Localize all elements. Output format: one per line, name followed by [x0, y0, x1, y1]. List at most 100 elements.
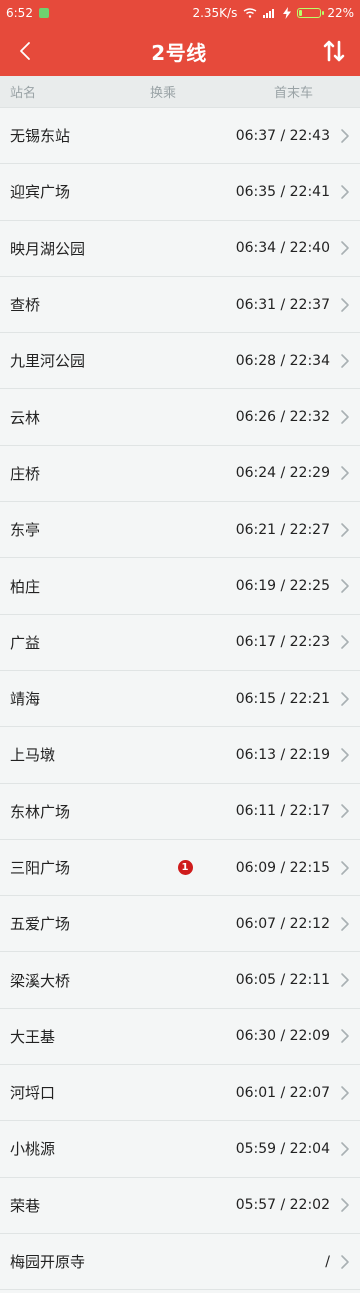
- station-row[interactable]: 无锡东站 06:37 / 22:43: [0, 108, 360, 165]
- station-times: 06:37 / 22:43: [235, 127, 330, 144]
- station-name: 无锡东站: [10, 127, 71, 146]
- column-header: 站名 换乘 首末车: [0, 76, 360, 108]
- station-times: 06:21 / 22:27: [235, 521, 330, 538]
- station-name: 靖海: [10, 690, 41, 709]
- signal-icon: [263, 9, 275, 18]
- chevron-right-icon: [341, 522, 349, 537]
- station-row[interactable]: 梁溪大桥 06:05 / 22:11: [0, 952, 360, 1009]
- station-row[interactable]: 东林广场 06:11 / 22:17: [0, 783, 360, 840]
- station-name: 荣巷: [10, 1196, 41, 1215]
- station-row[interactable]: 柏庄 06:19 / 22:25: [0, 558, 360, 615]
- station-row[interactable]: 大王基 06:30 / 22:09: [0, 1008, 360, 1066]
- chevron-right-icon: [341, 635, 349, 650]
- station-times: 06:01 / 22:07: [235, 1084, 330, 1101]
- chevron-right-icon: [341, 466, 349, 481]
- chevron-right-icon: [341, 1142, 349, 1156]
- station-name: 小桃源: [10, 1140, 56, 1159]
- chevron-right-icon: [341, 691, 349, 706]
- battery-level: [299, 10, 303, 16]
- station-row[interactable]: 上马墩 06:13 / 22:19: [0, 727, 360, 784]
- station-row[interactable]: 三阳广场 1 06:09 / 22:15: [0, 839, 360, 897]
- chevron-right-icon: [341, 579, 349, 593]
- station-times: 06:07 / 22:12: [235, 915, 330, 932]
- transfer-line-badge: 1: [177, 860, 193, 875]
- station-times: 06:05 / 22:11: [235, 972, 330, 989]
- wifi-icon: [243, 8, 257, 18]
- station-row[interactable]: 迎宾广场 06:35 / 22:41: [0, 164, 360, 221]
- station-times: 06:13 / 22:19: [235, 746, 330, 763]
- station-row[interactable]: 庄桥 06:24 / 22:29: [0, 445, 360, 503]
- station-name: 大王基: [10, 1027, 56, 1046]
- chevron-right-icon: [341, 1029, 349, 1044]
- column-header-name: 站名: [10, 86, 37, 101]
- station-row[interactable]: 云林 06:26 / 22:32: [0, 389, 360, 446]
- station-row[interactable]: 查桥 06:31 / 22:37: [0, 276, 360, 334]
- station-name: 映月湖公园: [10, 239, 86, 258]
- station-name: 查桥: [10, 296, 41, 315]
- station-times: 06:11 / 22:17: [235, 803, 330, 820]
- station-row[interactable]: 广益 06:17 / 22:23: [0, 614, 360, 671]
- chevron-right-icon: [341, 128, 349, 143]
- station-row[interactable]: 梅园开原寺 /: [0, 1233, 360, 1291]
- station-name: 上马墩: [10, 746, 56, 765]
- station-times: 06:26 / 22:32: [235, 409, 330, 426]
- chevron-right-icon: [341, 1198, 349, 1213]
- column-header-transfer: 换乘: [150, 86, 177, 101]
- chevron-right-icon: [341, 916, 349, 931]
- station-times: 06:31 / 22:37: [235, 296, 330, 313]
- notification-icon: [38, 8, 49, 18]
- swap-direction-icon[interactable]: [322, 39, 346, 63]
- page-title: 2号线: [151, 40, 207, 65]
- station-row[interactable]: 东亭 06:21 / 22:27: [0, 502, 360, 559]
- station-times: 05:57 / 22:02: [235, 1197, 330, 1214]
- station-name: 云林: [10, 408, 41, 427]
- station-list: 无锡东站 06:37 / 22:43 迎宾广场 06:35 / 22:41 映月湖公园 0…: [0, 108, 360, 1291]
- station-name: 广益: [10, 633, 41, 652]
- station-row[interactable]: 河埒口 06:01 / 22:07: [0, 1065, 360, 1122]
- station-name: 河埒口: [10, 1084, 56, 1103]
- station-times: 05:59 / 22:04: [235, 1140, 330, 1157]
- chevron-right-icon: [341, 748, 349, 762]
- chevron-right-icon: [341, 804, 349, 819]
- station-name: 三阳广场: [10, 859, 71, 877]
- station-times: 06:19 / 22:25: [235, 578, 330, 595]
- network-speed: 2.35K/s: [192, 6, 238, 20]
- station-times: 06:30 / 22:09: [235, 1028, 330, 1045]
- station-transfer: 1: [150, 860, 220, 875]
- chevron-right-icon: [341, 297, 349, 312]
- status-bar-left: 6:52: [6, 6, 49, 20]
- station-row[interactable]: 映月湖公园 06:34 / 22:40: [0, 220, 360, 277]
- station-times: 06:34 / 22:40: [235, 240, 330, 257]
- chevron-right-icon: [341, 354, 349, 368]
- status-time: 6:52: [6, 6, 33, 20]
- battery-percent: 22%: [327, 6, 354, 20]
- station-row[interactable]: 靖海 06:15 / 22:21: [0, 670, 360, 728]
- battery-icon: [297, 8, 325, 18]
- station-times: 06:28 / 22:34: [235, 352, 330, 369]
- station-times: /: [325, 1253, 330, 1270]
- chevron-right-icon: [341, 185, 349, 199]
- station-name: 东亭: [10, 521, 41, 540]
- station-name: 九里河公园: [10, 352, 86, 371]
- back-arrow-icon[interactable]: [14, 40, 36, 62]
- app-header: 2号线: [0, 26, 360, 76]
- station-name: 五爱广场: [10, 915, 71, 934]
- station-name: 梁溪大桥: [10, 971, 71, 990]
- station-row[interactable]: 五爱广场 06:07 / 22:12: [0, 896, 360, 953]
- station-row[interactable]: 小桃源 05:59 / 22:04: [0, 1121, 360, 1178]
- column-header-time: 首末车: [274, 86, 314, 101]
- station-name: 迎宾广场: [10, 183, 71, 202]
- chevron-right-icon: [341, 410, 349, 424]
- station-row[interactable]: 荣巷 05:57 / 22:02: [0, 1177, 360, 1234]
- station-row[interactable]: 九里河公园 06:28 / 22:34: [0, 333, 360, 390]
- station-times: 06:17 / 22:23: [235, 634, 330, 651]
- chevron-right-icon: [341, 973, 349, 987]
- station-name: 柏庄: [10, 577, 41, 596]
- chevron-right-icon: [341, 860, 349, 875]
- chevron-right-icon: [341, 1085, 349, 1100]
- station-name: 东林广场: [10, 802, 71, 821]
- status-bar: 6:52 2.35K/s 22%: [0, 0, 360, 26]
- station-name: 庄桥: [10, 464, 41, 483]
- station-times: 06:15 / 22:21: [235, 690, 330, 707]
- chevron-right-icon: [341, 1254, 349, 1269]
